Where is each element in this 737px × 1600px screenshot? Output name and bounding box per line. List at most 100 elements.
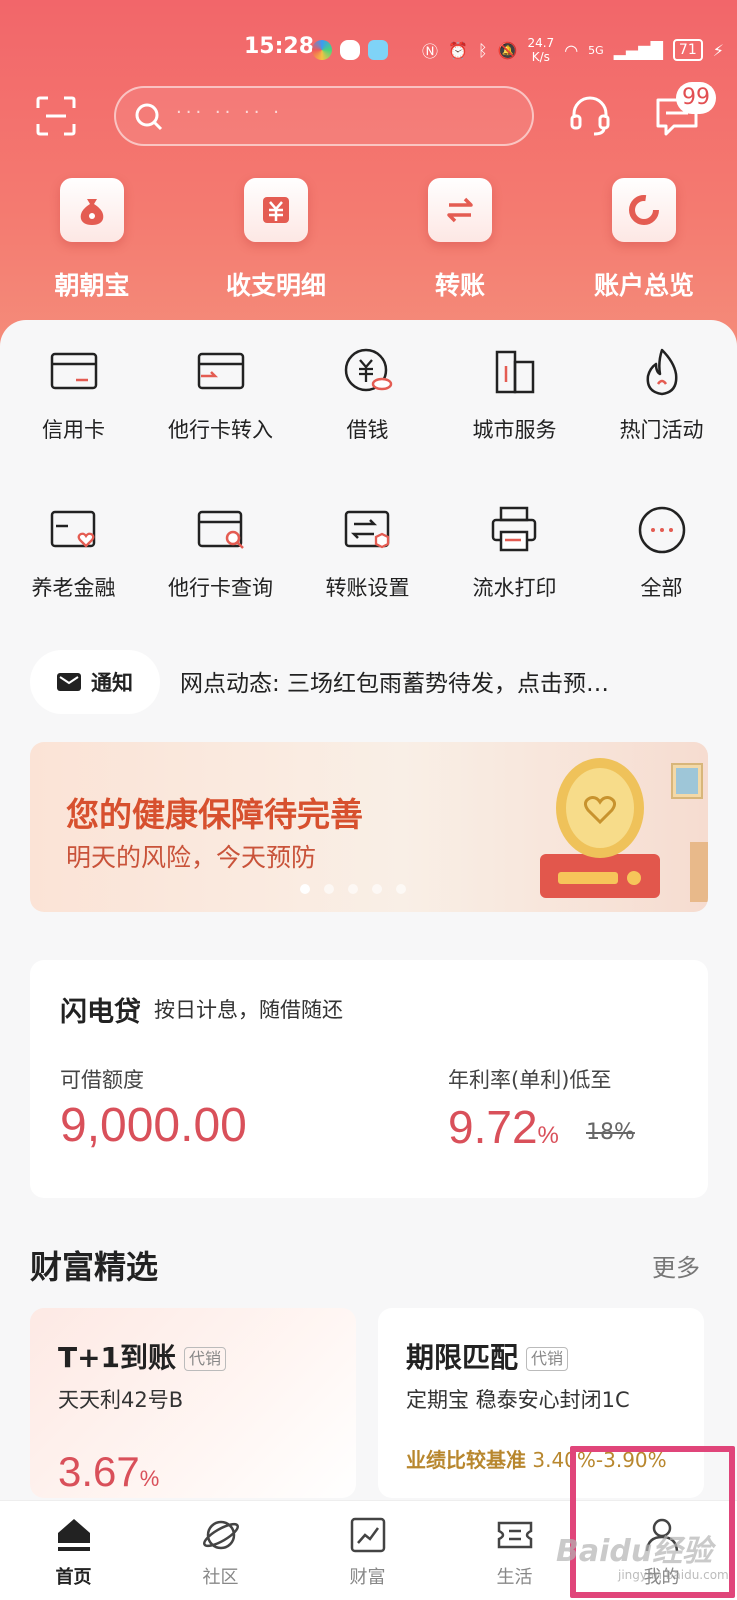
baidu-watermark: Baidu经验 [556,1534,713,1569]
service-label: 养老金融 [31,576,116,600]
loan-rate-label: 年利率(单利)低至 [448,1068,612,1092]
service-label: 他行卡转入 [168,418,273,442]
wifi-icon: ◠ [564,40,579,60]
service-hot-events[interactable]: 热门活动 [588,346,735,444]
product-title: T+1到账 代销 [58,1336,227,1376]
charging-icon: ⚡ [712,40,724,60]
product-rate: 3.67% [58,1448,159,1496]
ticket-icon [497,1521,532,1549]
baidu-watermark-url: jingyan.baidu.com [618,1568,729,1582]
service-label: 流水打印 [472,576,557,600]
net-speed: 24.7 K/s [527,36,554,64]
net-speed-unit: K/s [531,50,550,64]
product-title: 期限匹配 代销 [406,1336,569,1376]
yuan-icon [244,178,308,242]
quick-action-transfer[interactable]: 转账 [385,178,535,302]
search-placeholder: ··· ·· ·· · [176,102,283,123]
yuan-coin-icon [344,348,392,392]
loan-rate-value: 9.72 [448,1101,538,1153]
loan-name: 闪电贷 [60,997,141,1028]
service-statement-print[interactable]: 流水打印 [441,504,588,602]
quick-action-label: 账户总览 [593,271,694,300]
city-building-icon [495,350,534,394]
signal-label: 5G [588,43,604,57]
notice-label: 通知 [91,671,133,695]
service-city[interactable]: 城市服务 [441,346,588,444]
banner-title: 您的健康保障待完善 [66,795,363,834]
status-bar: 15:28 Ⓝ ⏰ ᛒ 🔕 24.7 K/s ◠ 5G ▂▄▆█ 71 ⚡ [0,30,737,70]
service-transfer-settings[interactable]: 转账设置 [294,504,441,602]
quick-action-income-expense[interactable]: 收支明细 [201,178,351,302]
scan-icon[interactable] [36,96,76,136]
banner-subtitle: 明天的风险，今天预防 [66,843,317,872]
service-all[interactable]: 全部 [588,504,735,602]
promo-banner[interactable]: 您的健康保障待完善 明天的风险，今天预防 [30,742,708,912]
service-borrow[interactable]: 借钱 [294,346,441,444]
cloud-app-icon [368,40,388,60]
benchmark-label: 业绩比较基准 [406,1448,526,1472]
money-bag-icon [60,178,124,242]
service-label: 热门活动 [619,418,704,442]
banner-dot [396,884,406,894]
status-app-icons [312,40,388,60]
search-input[interactable]: ··· ·· ·· · [114,86,534,146]
tab-wealth[interactable]: 财富 [294,1515,441,1589]
product-tag: 代销 [526,1347,569,1371]
service-pension[interactable]: 养老金融 [0,504,147,602]
message-badge: 99 [676,82,716,114]
customer-service-icon[interactable] [568,94,612,138]
nfc-icon: Ⓝ [422,42,439,61]
service-card-query[interactable]: 他行卡查询 [147,504,294,602]
tab-label: 社区 [202,1567,239,1588]
envelope-icon [57,673,81,691]
product-card-t1[interactable]: T+1到账 代销 天天利42号B 3.67% [30,1308,356,1498]
loan-original-rate: 18% [586,1120,635,1145]
service-label: 他行卡查询 [168,576,273,600]
quick-action-label: 收支明细 [225,271,326,300]
transfer-arrows-icon [428,178,492,242]
search-icon [135,103,163,131]
wealth-section-title: 财富精选 [30,1248,159,1286]
colorful-app-icon [312,40,332,60]
quick-action-account-overview[interactable]: 账户总览 [569,178,719,302]
loan-rate: 9.72% [448,1100,559,1154]
bluetooth-icon: ᛒ [477,40,488,60]
service-label: 信用卡 [42,418,105,442]
service-credit-card[interactable]: 信用卡 [0,346,147,444]
quick-action-label: 朝朝宝 [54,271,130,300]
tab-home[interactable]: 首页 [0,1515,147,1589]
product-rate-value: 3.67 [58,1448,140,1495]
wealth-more-link[interactable]: 更多 [652,1248,700,1283]
pension-card-icon [50,510,95,548]
product-name: 定期宝 稳泰安心封闭1C [406,1388,630,1412]
banner-dot [324,884,334,894]
service-card-transfer-in[interactable]: 他行卡转入 [147,346,294,444]
quick-action-label: 转账 [434,271,485,300]
tab-community[interactable]: 社区 [147,1515,294,1589]
battery-indicator: 71 [672,39,703,61]
banner-pagination [300,884,406,894]
product-title-text: T+1到账 [58,1341,177,1374]
net-speed-value: 24.7 [527,36,555,50]
product-tag: 代销 [184,1347,227,1371]
printer-icon [491,506,536,552]
notice-marquee[interactable]: 网点动态: 三场红包雨蓄势待发，点击预… [180,664,700,698]
signal-bars-icon: ▂▄▆█ [613,40,663,60]
card-search-icon [197,510,244,549]
notice-button[interactable]: 通知 [30,650,160,714]
service-label: 全部 [640,576,683,600]
planet-icon [202,1520,239,1550]
home-icon [57,1519,90,1551]
quick-action-zhaozhaobao[interactable]: 朝朝宝 [17,178,167,302]
wechat-icon [340,40,360,60]
product-rate-unit: % [139,1466,160,1491]
banner-dot [372,884,382,894]
trend-chart-icon [350,1517,385,1553]
status-right: Ⓝ ⏰ ᛒ 🔕 24.7 K/s ◠ 5G ▂▄▆█ 71 ⚡ [422,36,724,64]
pie-ring-icon [612,178,676,242]
mute-bell-icon: 🔕 [497,40,518,60]
loan-card[interactable]: 闪电贷 按日计息，随借随还 可借额度 9,000.00 年利率(单利)低至 9.… [30,960,708,1198]
quick-actions: 朝朝宝 收支明细 转账 账户总览 [0,178,737,308]
more-dots-icon [638,506,685,554]
service-label: 借钱 [346,418,389,442]
